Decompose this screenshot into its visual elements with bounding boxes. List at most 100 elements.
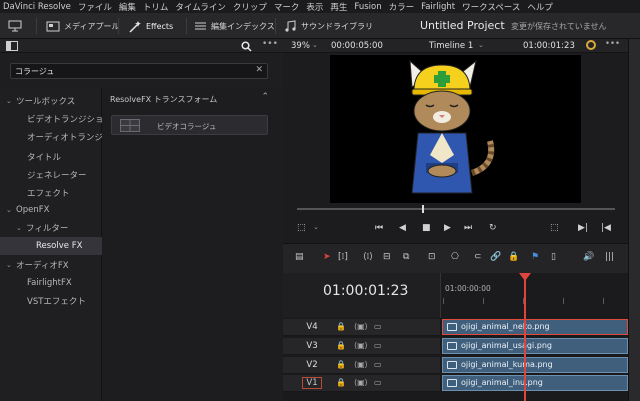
clip-v3[interactable]: ojigi_animal_usagi.png <box>442 338 628 354</box>
loop-icon[interactable]: ↻ <box>489 223 497 233</box>
more-icon[interactable]: ••• <box>605 39 620 49</box>
prev-edit-icon[interactable]: |◀ <box>601 223 611 233</box>
menu-view[interactable]: 表示 <box>306 1 323 13</box>
clip-v4[interactable]: ojigi_animal_neko.png <box>442 319 628 335</box>
menu-app[interactable]: DaVinci Resolve <box>3 2 71 12</box>
timeline-ruler[interactable]: 01:00:00:00 <box>440 273 628 318</box>
track-visibility-icon[interactable]: ▭ <box>374 360 382 369</box>
stop-icon[interactable]: ■ <box>422 223 431 233</box>
chevron-down-icon: ⌄ <box>6 97 12 105</box>
edit-index-button[interactable]: 編集インデックス <box>194 18 275 34</box>
auto-select-icon[interactable]: ⟨▣⟩ <box>354 341 368 350</box>
selection-tool-icon[interactable]: ➤ <box>323 252 331 262</box>
menu-file[interactable]: ファイル <box>78 1 112 13</box>
lock-icon[interactable]: 🔒 <box>336 378 346 387</box>
sound-library-button[interactable]: サウンドライブラリ <box>284 18 373 34</box>
zoom-level[interactable]: 39% <box>291 41 310 51</box>
marker-icon[interactable]: ▯ <box>551 252 556 262</box>
clip-v2[interactable]: ojigi_animal_kuma.png <box>442 357 628 373</box>
tree-item-generators[interactable]: ジェネレーター <box>0 166 102 184</box>
media-pool-button[interactable]: メディアプール <box>46 18 119 34</box>
play-icon[interactable]: ▶ <box>444 223 451 233</box>
search-icon[interactable] <box>241 41 252 52</box>
flag-icon[interactable]: ⚑ <box>531 252 539 262</box>
go-to-end-icon[interactable]: ⏭ <box>464 223 472 233</box>
overwrite-clip-icon[interactable]: ⊡ <box>428 252 436 262</box>
scrub-playhead[interactable] <box>422 205 424 213</box>
tree-item-titles[interactable]: タイトル <box>0 148 102 166</box>
track-header-v4: V4 🔒 ⟨▣⟩ ▭ <box>283 319 440 336</box>
chevron-down-icon[interactable]: ⌄ <box>313 223 319 231</box>
tree-item-toolbox[interactable]: ⌄ ツールボックス <box>0 92 102 110</box>
go-to-start-icon[interactable]: ⏮ <box>375 223 383 233</box>
tree-item-filters[interactable]: ⌄ フィルター <box>0 219 102 237</box>
track-name[interactable]: V1 <box>302 377 322 389</box>
tree-item-vst-effects[interactable]: VSTエフェクト <box>0 292 102 310</box>
effects-search-input[interactable]: コラージュ ✕ <box>10 63 268 79</box>
track-visibility-icon[interactable]: ▭ <box>374 322 382 331</box>
chevron-down-icon[interactable]: ⌄ <box>478 41 484 49</box>
menu-color[interactable]: カラー <box>389 1 415 13</box>
crop-tool-icon[interactable]: ⬚ <box>297 223 306 233</box>
tree-item-audio-fx[interactable]: ⌄ オーディオFX <box>0 256 102 274</box>
replace-clip-icon[interactable]: ⎔ <box>451 252 459 262</box>
effects-button[interactable]: Effects <box>128 18 173 34</box>
insert-clip-icon[interactable]: ⧉ <box>403 252 409 262</box>
menu-help[interactable]: ヘルプ <box>527 1 553 13</box>
menu-fusion[interactable]: Fusion <box>354 2 381 12</box>
menu-fairlight[interactable]: Fairlight <box>421 2 455 12</box>
menu-mark[interactable]: マーク <box>274 1 300 13</box>
timeline-name[interactable]: Timeline 1 <box>429 41 473 51</box>
timeline-view-icon[interactable]: ▤ <box>295 252 304 262</box>
timeline-playhead[interactable] <box>524 276 526 401</box>
menu-playback[interactable]: 再生 <box>330 1 347 13</box>
clear-search-icon[interactable]: ✕ <box>255 65 263 75</box>
clip-color-icon[interactable] <box>586 40 596 50</box>
volume-icon[interactable]: 🔊 <box>583 252 594 262</box>
next-edit-icon[interactable]: ▶| <box>578 223 588 233</box>
transport-controls: ⬚ ⌄ ⏮ ◀ ■ ▶ ⏭ ↻ ⬚ ▶| |◀ <box>283 221 628 241</box>
clip-v1[interactable]: ojigi_animal_inu.png <box>442 375 628 391</box>
more-icon[interactable]: ••• <box>262 39 278 49</box>
auto-select-icon[interactable]: ⟨▣⟩ <box>354 360 368 369</box>
tree-item-openfx[interactable]: ⌄ OpenFX <box>0 201 102 219</box>
menu-trim[interactable]: トリム <box>143 1 169 13</box>
dynamic-trim-icon[interactable]: ⟨⁞⟩ <box>363 252 373 262</box>
lock-icon[interactable]: 🔒 <box>508 252 519 262</box>
mute-icon[interactable]: ||| <box>605 252 614 262</box>
link-icon[interactable]: 🔗 <box>490 252 501 262</box>
media-pool-icon <box>46 21 60 32</box>
scrub-bar[interactable] <box>297 208 615 210</box>
lock-icon[interactable]: 🔒 <box>336 360 346 369</box>
tree-item-resolve-fx[interactable]: Resolve FX <box>0 237 102 255</box>
chevron-up-icon[interactable]: ⌃ <box>261 92 269 102</box>
video-collage-effect-tile[interactable]: ビデオコラージュ <box>111 115 268 135</box>
category-header: ResolveFX トランスフォーム <box>110 95 218 104</box>
track-visibility-icon[interactable]: ▭ <box>374 378 382 387</box>
reverse-icon[interactable]: ◀ <box>399 223 406 233</box>
trim-tool-icon[interactable]: [⁞] <box>338 252 348 262</box>
clip-name: ojigi_animal_neko.png <box>461 322 550 331</box>
tree-item-fairlight-fx[interactable]: FairlightFX <box>0 274 102 292</box>
panel-toggle-icon[interactable] <box>6 41 18 51</box>
menu-clip[interactable]: クリップ <box>233 1 267 13</box>
tree-item-video-transitions[interactable]: ビデオトランジション <box>0 110 112 128</box>
lock-icon[interactable]: 🔒 <box>336 322 346 331</box>
track-header-v3: V3 🔒 ⟨▣⟩ ▭ <box>283 338 440 355</box>
chevron-down-icon[interactable]: ⌄ <box>312 41 318 49</box>
workspace-toggle-button[interactable] <box>8 18 22 34</box>
tree-item-audio-transitions[interactable]: オーディオトランジシ... <box>0 128 120 146</box>
monitor-icon <box>8 20 22 32</box>
lock-icon[interactable]: 🔒 <box>336 341 346 350</box>
project-title: Untitled Project <box>420 19 505 32</box>
razor-icon[interactable]: ⊟ <box>383 252 391 262</box>
menu-timeline[interactable]: タイムライン <box>175 1 225 13</box>
track-visibility-icon[interactable]: ▭ <box>374 341 382 350</box>
auto-select-icon[interactable]: ⟨▣⟩ <box>354 378 368 387</box>
match-frame-icon[interactable]: ⬚ <box>550 223 559 233</box>
snap-icon[interactable]: ⊂ <box>474 252 482 262</box>
tree-item-effects[interactable]: エフェクト <box>0 184 102 202</box>
auto-select-icon[interactable]: ⟨▣⟩ <box>354 322 368 331</box>
menu-workspace[interactable]: ワークスペース <box>462 1 520 13</box>
menu-edit[interactable]: 編集 <box>119 1 136 13</box>
